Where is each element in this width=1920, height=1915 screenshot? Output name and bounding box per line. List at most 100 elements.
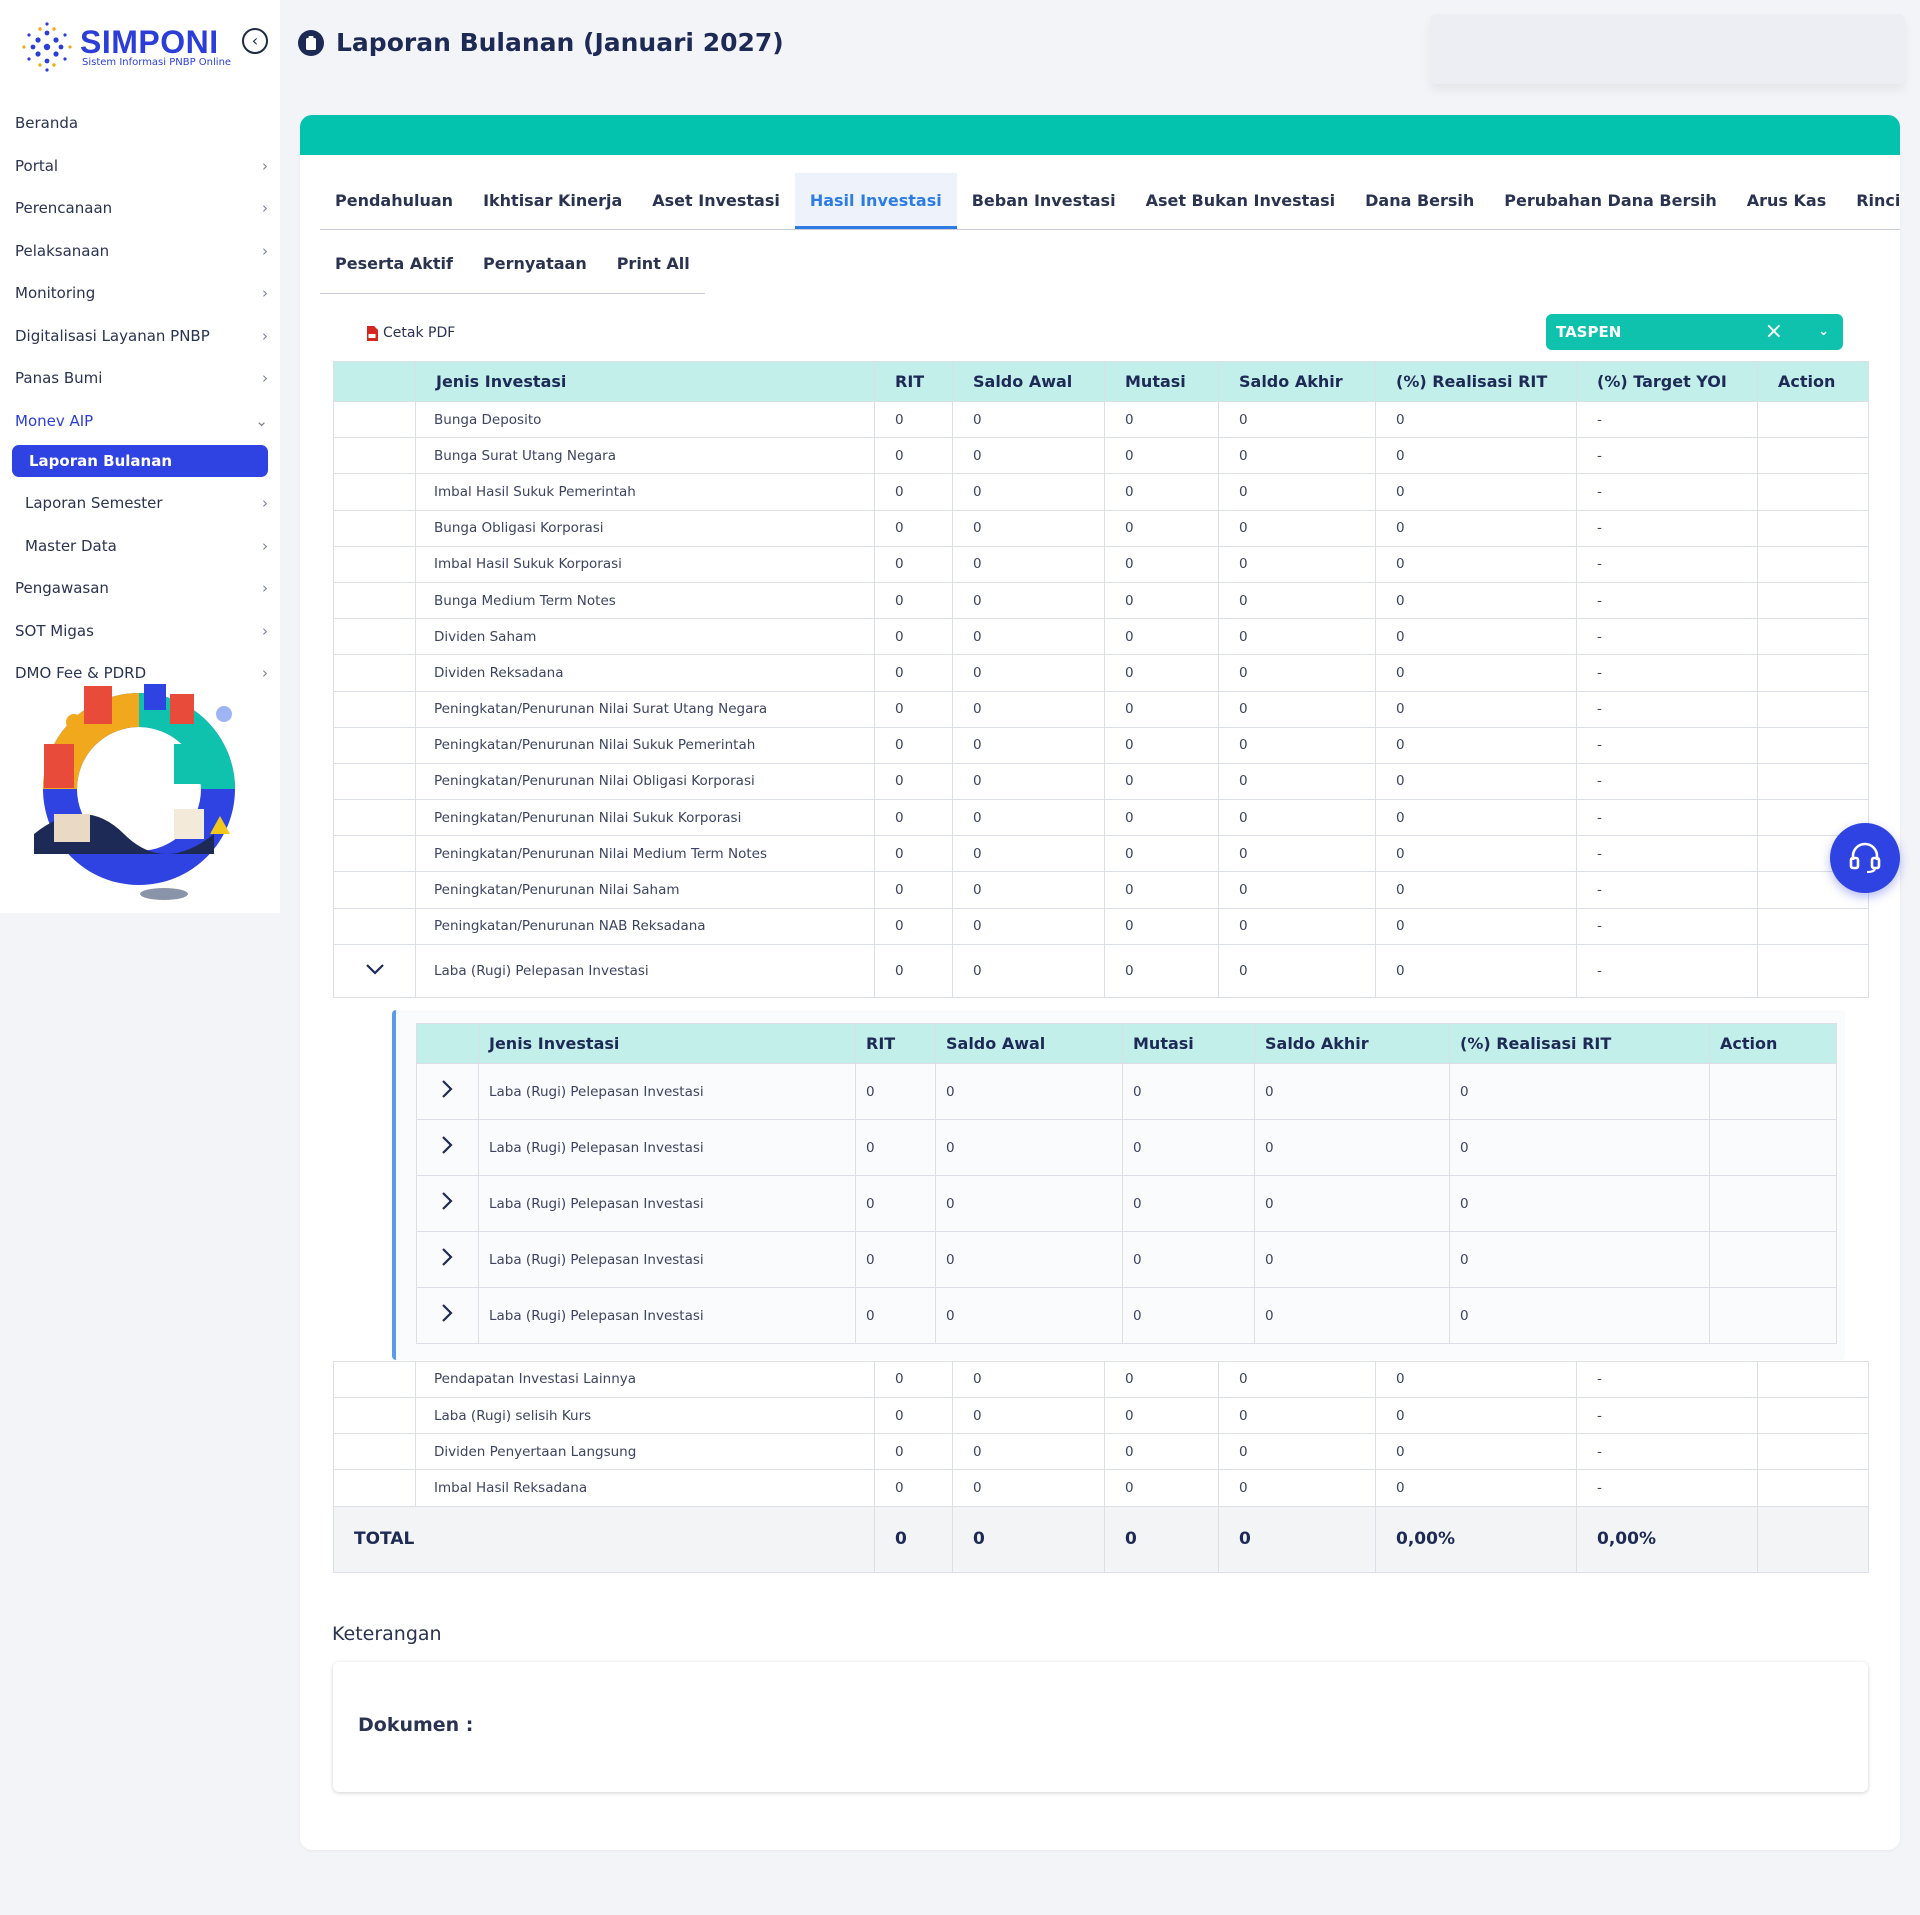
sidebar-item-master-data[interactable]: Master Data ›: [0, 525, 280, 568]
sidebar-item-perencanaan[interactable]: Perencanaan ›: [0, 187, 280, 230]
col-saldo-awal[interactable]: Saldo Awal: [935, 1023, 1123, 1064]
table-row[interactable]: Dividen Reksadana 0 0 0 0 0-: [333, 654, 1869, 692]
col-jenis-investasi[interactable]: Jenis Investasi: [478, 1023, 856, 1064]
sidebar-item-digitalisasi[interactable]: Digitalisasi Layanan PNBP ›: [0, 315, 280, 358]
chevron-right-icon[interactable]: [442, 1303, 453, 1328]
chevron-right-icon[interactable]: [442, 1079, 453, 1104]
sidebar-item-monitoring[interactable]: Monitoring ›: [0, 272, 280, 315]
tab-ikhtisar-kinerja[interactable]: Ikhtisar Kinerja: [468, 173, 637, 229]
tab-pernyataan[interactable]: Pernyataan: [468, 235, 602, 293]
table-row[interactable]: Peningkatan/Penurunan Nilai Surat Utang …: [333, 690, 1869, 728]
table-row[interactable]: Bunga Obligasi Korporasi 0 0 0 0 0-: [333, 509, 1869, 547]
table-row[interactable]: Bunga Medium Term Notes 0 0 0 0 0-: [333, 581, 1869, 620]
cell-label: Pendapatan Investasi Lainnya: [415, 1360, 875, 1399]
sidebar-item-monev-aip[interactable]: Monev AIP ⌄: [0, 400, 280, 443]
table-row[interactable]: Peningkatan/Penurunan Nilai Medium Term …: [333, 835, 1869, 873]
expand-cell: [333, 943, 416, 998]
tab-rincian[interactable]: Rincian: [1841, 173, 1900, 229]
detail-row[interactable]: Laba (Rugi) Pelepasan Investasi 0 0 0 0 0: [416, 1287, 1837, 1344]
table-row[interactable]: Imbal Hasil Sukuk Korporasi 0 0 0 0 0-: [333, 545, 1869, 583]
cell-mutasi: 0: [1104, 545, 1219, 583]
tab-peserta-aktif[interactable]: Peserta Aktif: [320, 235, 468, 293]
total-action: [1757, 1505, 1869, 1573]
sidebar-item-portal[interactable]: Portal ›: [0, 145, 280, 188]
table-row[interactable]: Peningkatan/Penurunan Nilai Saham 0 0 0 0 0-: [333, 871, 1869, 909]
col-realisasi-rit[interactable]: (%) Realisasi RIT: [1375, 361, 1577, 402]
tab-print-all[interactable]: Print All: [602, 235, 705, 293]
total-row: TOTAL 0 0 0 0 0,00% 0,00%: [333, 1505, 1869, 1573]
detail-row[interactable]: Laba (Rugi) Pelepasan Investasi 0 0 0 0 0: [416, 1119, 1837, 1176]
app-logo[interactable]: SIMPONI Sistem Informasi PNBP Online: [18, 18, 238, 78]
tab-aset-investasi[interactable]: Aset Investasi: [637, 173, 795, 229]
col-mutasi[interactable]: Mutasi: [1122, 1023, 1255, 1064]
table-row[interactable]: Bunga Surat Utang Negara 0 0 0 0 0-: [333, 437, 1869, 475]
entity-select[interactable]: TASPEN × ⌄: [1546, 314, 1843, 350]
sidebar-item-laporan-bulanan[interactable]: Laporan Bulanan: [12, 445, 268, 477]
chevron-down-icon: ⌄: [255, 411, 268, 430]
table-row[interactable]: Dividen Saham 0 0 0 0 0-: [333, 618, 1869, 656]
col-saldo-awal[interactable]: Saldo Awal: [952, 361, 1105, 402]
cell-rit: 0: [874, 726, 953, 764]
help-support-button[interactable]: [1830, 823, 1900, 893]
tab-aset-bukan-investasi[interactable]: Aset Bukan Investasi: [1131, 173, 1351, 229]
hasil-investasi-table: Jenis Investasi RIT Saldo Awal Mutasi Sa…: [333, 361, 1869, 1573]
tab-dana-bersih[interactable]: Dana Bersih: [1350, 173, 1489, 229]
detail-row[interactable]: Laba (Rugi) Pelepasan Investasi 0 0 0 0 0: [416, 1231, 1837, 1288]
cell-saldo-akhir: 0: [1218, 581, 1376, 620]
table-row[interactable]: Bunga Deposito 0 0 0 0 0-: [333, 400, 1869, 439]
table-row[interactable]: Imbal Hasil Reksadana 0 0 0 0 0-: [333, 1469, 1869, 1507]
table-row[interactable]: Peningkatan/Penurunan Nilai Obligasi Kor…: [333, 762, 1869, 801]
sidebar-item-label: Digitalisasi Layanan PNBP: [15, 326, 210, 345]
collapse-sidebar-button[interactable]: ‹: [242, 28, 268, 54]
cell-mutasi: 0: [1104, 1396, 1219, 1435]
cell-saldo-akhir: 0: [1218, 1360, 1376, 1399]
table-row[interactable]: Imbal Hasil Sukuk Pemerintah 0 0 0 0 0-: [333, 473, 1869, 511]
table-row-expanded[interactable]: Laba (Rugi) Pelepasan Investasi 0 0 0 0 0-: [333, 943, 1869, 998]
table-row[interactable]: Peningkatan/Penurunan NAB Reksadana 0 0 0 0 0…: [333, 907, 1869, 945]
chevron-down-icon[interactable]: [365, 963, 384, 979]
cell-label: Peningkatan/Penurunan Nilai Medium Term …: [415, 835, 875, 873]
sidebar-item-pelaksanaan[interactable]: Pelaksanaan ›: [0, 230, 280, 273]
cell-mutasi: 0: [1104, 762, 1219, 801]
cell-mutasi: 0: [1104, 654, 1219, 692]
col-rit[interactable]: RIT: [855, 1023, 936, 1064]
cell-mutasi: 0: [1104, 943, 1219, 998]
col-jenis-investasi[interactable]: Jenis Investasi: [415, 361, 875, 402]
tab-arus-kas[interactable]: Arus Kas: [1732, 173, 1841, 229]
table-row[interactable]: Dividen Penyertaan Langsung 0 0 0 0 0-: [333, 1433, 1869, 1471]
col-saldo-akhir[interactable]: Saldo Akhir: [1218, 361, 1376, 402]
clear-icon[interactable]: ×: [1765, 314, 1783, 350]
cell-realisasi-rit: 0: [1449, 1063, 1710, 1120]
sidebar-item-pengawasan[interactable]: Pengawasan ›: [0, 567, 280, 610]
chevron-right-icon[interactable]: [442, 1247, 453, 1272]
detail-row[interactable]: Laba (Rugi) Pelepasan Investasi 0 0 0 0 0: [416, 1175, 1837, 1232]
table-row[interactable]: Peningkatan/Penurunan Nilai Sukuk Korpor…: [333, 799, 1869, 837]
cell-realisasi-rit: 0: [1375, 509, 1577, 547]
detail-row[interactable]: Laba (Rugi) Pelepasan Investasi 0 0 0 0 0: [416, 1063, 1837, 1120]
col-saldo-akhir[interactable]: Saldo Akhir: [1254, 1023, 1450, 1064]
total-label: TOTAL: [333, 1505, 875, 1573]
col-mutasi[interactable]: Mutasi: [1104, 361, 1219, 402]
table-row[interactable]: Pendapatan Investasi Lainnya 0 0 0 0 0-: [333, 1360, 1869, 1399]
chevron-down-icon[interactable]: ⌄: [1818, 314, 1829, 350]
sidebar-item-panas-bumi[interactable]: Panas Bumi ›: [0, 357, 280, 400]
user-profile-box[interactable]: [1430, 14, 1905, 84]
tab-pendahuluan[interactable]: Pendahuluan: [320, 173, 468, 229]
col-rit[interactable]: RIT: [874, 361, 953, 402]
chevron-right-icon[interactable]: [442, 1191, 453, 1216]
cetak-pdf-button[interactable]: Cetak PDF: [366, 325, 455, 341]
col-realisasi-rit[interactable]: (%) Realisasi RIT: [1449, 1023, 1710, 1064]
sidebar-item-sot-migas[interactable]: SOT Migas ›: [0, 610, 280, 653]
cell-saldo-awal: 0: [952, 726, 1105, 764]
table-row[interactable]: Peningkatan/Penurunan Nilai Sukuk Pemeri…: [333, 726, 1869, 764]
sidebar-item-laporan-semester[interactable]: Laporan Semester ›: [0, 482, 280, 525]
chevron-right-icon[interactable]: [442, 1135, 453, 1160]
table-row[interactable]: Laba (Rugi) selisih Kurs 0 0 0 0 0-: [333, 1396, 1869, 1435]
tab-perubahan-dana-bersih[interactable]: Perubahan Dana Bersih: [1489, 173, 1731, 229]
tab-hasil-investasi[interactable]: Hasil Investasi: [794, 173, 957, 229]
sidebar-item-beranda[interactable]: Beranda: [0, 102, 280, 145]
cell-label: Laba (Rugi) Pelepasan Investasi: [478, 1119, 856, 1176]
tab-beban-investasi[interactable]: Beban Investasi: [957, 173, 1131, 229]
col-target-yoi[interactable]: (%) Target YOI: [1576, 361, 1758, 402]
cell-realisasi-rit: 0: [1375, 1360, 1577, 1399]
